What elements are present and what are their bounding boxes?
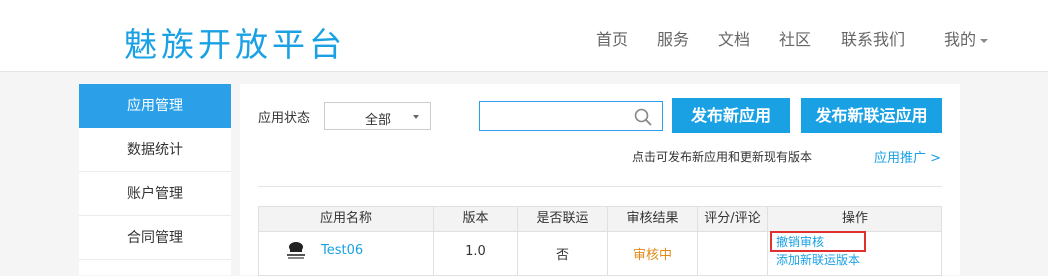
col-app-name: 应用名称 bbox=[259, 207, 434, 231]
withdraw-review-link[interactable]: 撤销审核 bbox=[776, 233, 824, 250]
nav-contact[interactable]: 联系我们 bbox=[841, 26, 905, 50]
status-select[interactable]: 全部 bbox=[324, 102, 431, 130]
publish-joint-app-button[interactable]: 发布新联运应用 bbox=[801, 98, 942, 133]
sidebar-item-contracts[interactable]: 合同管理 bbox=[79, 216, 231, 260]
nav-community[interactable]: 社区 bbox=[779, 26, 811, 50]
user-menu-label: 我的 bbox=[944, 30, 977, 49]
col-review: 审核结果 bbox=[608, 207, 698, 231]
search-input[interactable] bbox=[479, 101, 663, 131]
version-value: 1.0 bbox=[465, 244, 486, 259]
col-joint: 是否联运 bbox=[518, 207, 608, 231]
app-icon bbox=[287, 242, 305, 259]
cell-joint: 否 bbox=[518, 232, 608, 275]
cell-actions: 撤销审核 添加新联运版本 bbox=[768, 231, 942, 275]
joint-value: 否 bbox=[555, 248, 569, 263]
status-select-value: 全部 bbox=[365, 113, 392, 128]
cell-app-name: Test06 bbox=[259, 232, 434, 275]
publish-hint: 点击可发布新应用和更新现有版本 bbox=[632, 150, 813, 164]
status-filter-label: 应用状态 bbox=[258, 111, 311, 126]
chevron-down-icon bbox=[980, 38, 989, 43]
dropdown-arrow-icon bbox=[413, 115, 419, 119]
divider bbox=[258, 186, 942, 187]
nav-home[interactable]: 首页 bbox=[596, 26, 628, 50]
add-joint-version-link[interactable]: 添加新联运版本 bbox=[776, 251, 860, 268]
col-actions: 操作 bbox=[841, 211, 868, 226]
sidebar-item-app-management[interactable]: 应用管理 bbox=[79, 84, 231, 128]
app-name-link[interactable]: Test06 bbox=[321, 243, 363, 258]
site-logo[interactable]: 魅族开放平台 bbox=[124, 18, 346, 66]
sidebar-item-statistics[interactable]: 数据统计 bbox=[79, 128, 231, 172]
sidebar-item-account[interactable]: 账户管理 bbox=[79, 172, 231, 216]
col-rating: 评分/评论 bbox=[698, 207, 768, 231]
app-promotion-link[interactable]: 应用推广 > bbox=[874, 147, 941, 166]
search-icon[interactable] bbox=[634, 108, 652, 126]
sidebar: 应用管理 数据统计 账户管理 合同管理 bbox=[79, 84, 231, 275]
publish-app-button[interactable]: 发布新应用 bbox=[672, 98, 790, 133]
table-row: Test06 1.0 否 审核中 撤销审核 添加新联运版本 bbox=[258, 231, 942, 276]
table-header: 应用名称 版本 是否联运 审核结果 评分/评论 操作 bbox=[258, 206, 942, 232]
top-header: 魅族开放平台 首页 服务 文档 社区 联系我们 我的 bbox=[0, 0, 1048, 72]
review-status: 审核中 bbox=[632, 248, 672, 263]
main-panel: 应用状态 全部 发布新应用 发布新联运应用 点击可发布新应用和更新现有版本 应用… bbox=[240, 84, 960, 276]
cell-rating bbox=[698, 232, 768, 275]
cell-review: 审核中 bbox=[608, 232, 698, 275]
user-menu[interactable]: 我的 bbox=[944, 26, 989, 50]
cell-version: 1.0 bbox=[434, 232, 518, 275]
col-version: 版本 bbox=[434, 207, 518, 231]
nav-services[interactable]: 服务 bbox=[657, 26, 689, 50]
nav-docs[interactable]: 文档 bbox=[718, 26, 750, 50]
